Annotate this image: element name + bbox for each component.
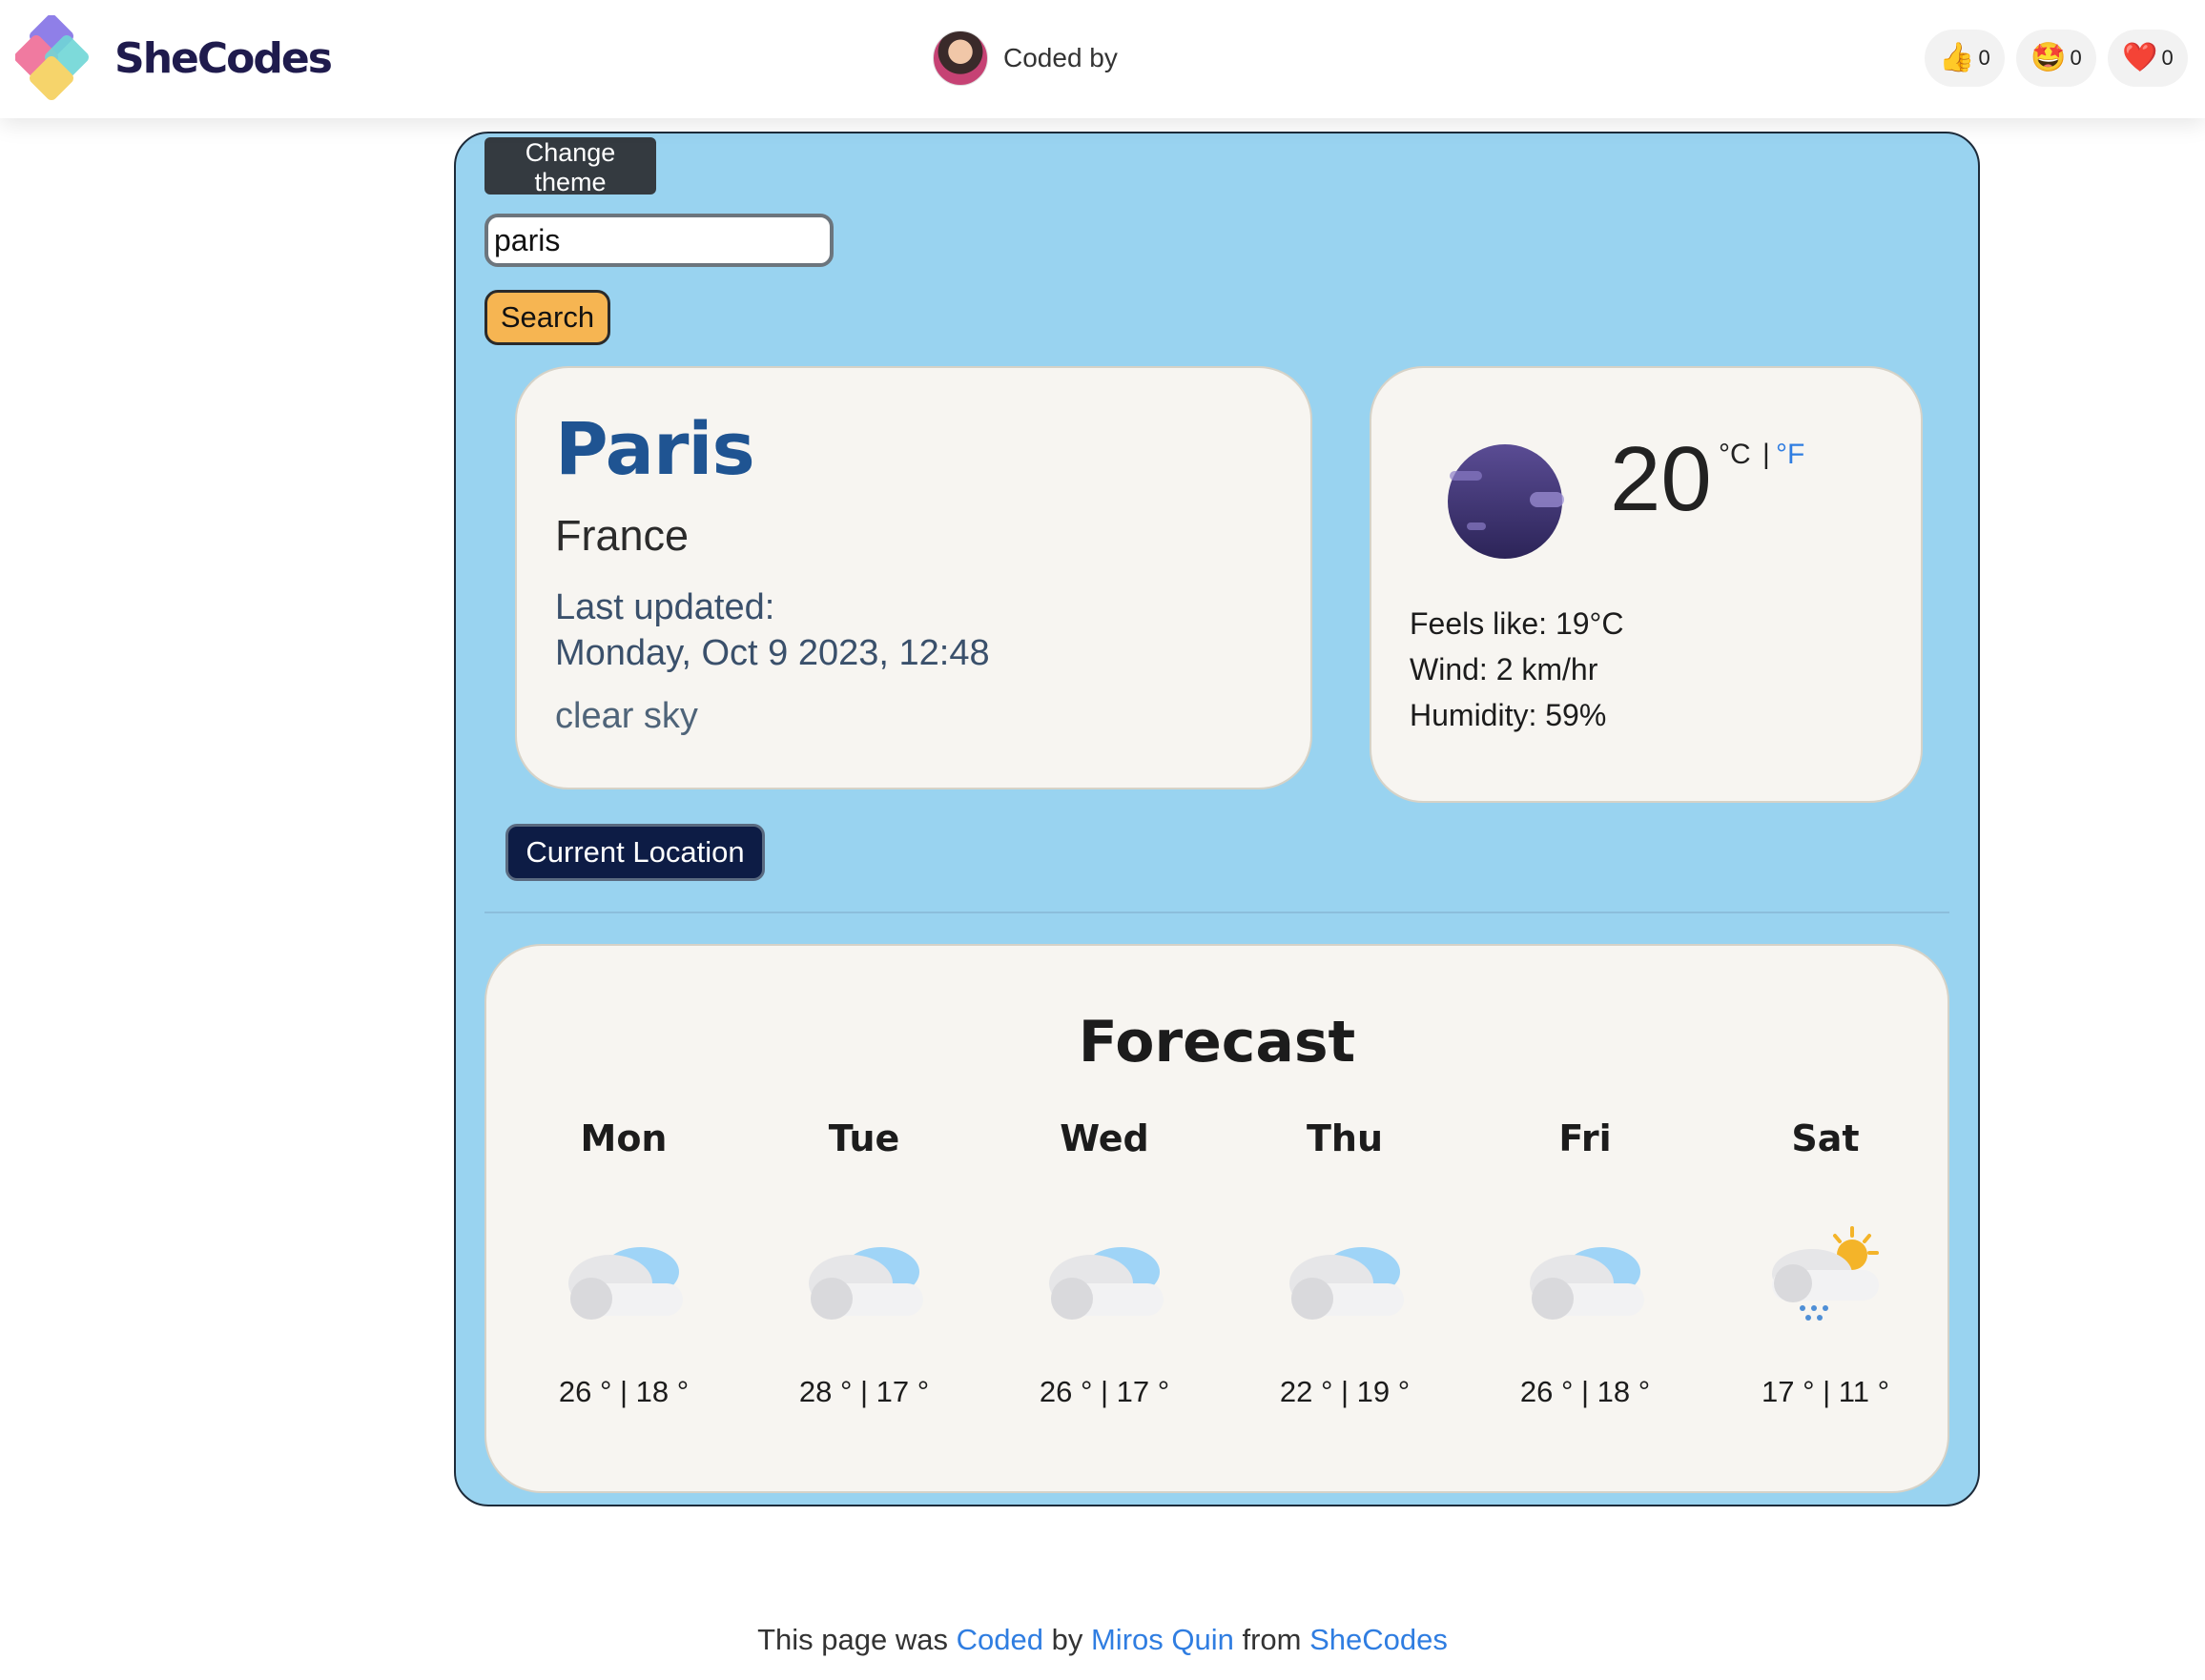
forecast-card: Forecast Mon 26 ° | 18 ° Tue 28 ° | 17 °…	[484, 944, 1949, 1493]
cloudy-icon	[568, 1247, 683, 1320]
forecast-day-name: Sat	[1791, 1117, 1860, 1159]
last-updated-label: Last updated:	[555, 587, 775, 627]
forecast-day-name: Tue	[828, 1117, 900, 1159]
reactions: 👍 0 🤩 0 ❤️ 0	[1925, 30, 2188, 87]
forecast-day: Tue 28 ° | 17 °	[744, 1117, 984, 1461]
current-temperature: 20	[1610, 428, 1712, 530]
last-updated-date: Monday, Oct 9 2023, 12:48	[555, 633, 990, 673]
coded-link[interactable]: Coded	[957, 1623, 1043, 1656]
forecast-day-name: Fri	[1558, 1117, 1612, 1159]
fahrenheit-link[interactable]: °F	[1776, 439, 1804, 471]
shecodes-link[interactable]: SheCodes	[1309, 1623, 1448, 1656]
footer-from: from	[1242, 1623, 1302, 1656]
reaction-count: 0	[2161, 46, 2174, 70]
footer: This page was Coded by Miros Quin from S…	[0, 1623, 2205, 1657]
city-name: Paris	[555, 406, 755, 491]
humidity: Humidity: 59%	[1410, 698, 1607, 732]
forecast-temps: 26 ° | 17 °	[1039, 1375, 1170, 1408]
forecast-temps: 26 ° | 18 °	[558, 1375, 690, 1408]
forecast-day-name: Wed	[1060, 1117, 1149, 1159]
footer-by: by	[1051, 1623, 1083, 1656]
author-link[interactable]: Miros Quin	[1091, 1623, 1234, 1656]
wind-speed: Wind: 2 km/hr	[1410, 652, 1598, 686]
divider	[484, 912, 1949, 913]
sun-rain-icon	[1772, 1226, 1879, 1321]
cloudy-icon	[1049, 1247, 1164, 1320]
shecodes-logo-icon	[15, 15, 89, 100]
star-struck-reaction-button[interactable]: 🤩 0	[2016, 30, 2096, 87]
forecast-title: Forecast	[1078, 1009, 1356, 1076]
thumbs-up-icon: 👍	[1939, 42, 1975, 73]
heart-reaction-button[interactable]: ❤️ 0	[2108, 30, 2188, 87]
clear-night-moon-icon	[1448, 444, 1564, 559]
cloudy-icon	[809, 1247, 923, 1320]
city-card: Paris France Last updated: Monday, Oct 9…	[515, 366, 1312, 789]
cloudy-icon	[1289, 1247, 1404, 1320]
city-search-input[interactable]	[484, 214, 834, 267]
avatar	[933, 31, 988, 86]
forecast-day-name: Thu	[1306, 1117, 1384, 1159]
weather-description: clear sky	[555, 696, 698, 736]
weather-app-container: Change theme Search Paris France Last up…	[454, 132, 1980, 1506]
country-name: France	[555, 511, 690, 560]
forecast-temps: 22 ° | 19 °	[1279, 1375, 1411, 1408]
brand-name: SheCodes	[114, 33, 333, 83]
celsius-unit: °C	[1719, 439, 1751, 470]
forecast-day: Thu 22 ° | 19 °	[1225, 1117, 1465, 1461]
top-navbar: SheCodes Coded by 👍 0 🤩 0 ❤️ 0	[0, 0, 2205, 118]
forecast-temps: 28 ° | 17 °	[798, 1375, 930, 1408]
reaction-count: 0	[2070, 46, 2082, 70]
feels-like: Feels like: 19°C	[1410, 606, 1624, 641]
forecast-day: Wed 26 ° | 17 °	[984, 1117, 1225, 1461]
forecast-day: Mon 26 ° | 18 °	[504, 1117, 744, 1461]
forecast-day: Sat 17 ° | 11 °	[1705, 1117, 1946, 1461]
forecast-day-name: Mon	[580, 1117, 668, 1159]
forecast-temps: 26 ° | 18 °	[1519, 1375, 1651, 1408]
heart-icon: ❤️	[2122, 42, 2158, 73]
coded-by: Coded by	[933, 31, 1118, 86]
shecodes-brand-link[interactable]: SheCodes	[15, 15, 333, 101]
change-theme-button[interactable]: Change theme	[484, 137, 656, 196]
coded-by-text: Coded by	[1003, 43, 1118, 72]
search-button[interactable]: Search	[484, 290, 610, 345]
current-location-button[interactable]: Current Location	[505, 824, 765, 881]
footer-prefix: This page was	[757, 1623, 948, 1656]
unit-separator: |	[1762, 439, 1770, 470]
star-struck-icon: 🤩	[2030, 42, 2067, 73]
forecast-temps: 17 ° | 11 °	[1762, 1375, 1889, 1408]
thumbs-up-reaction-button[interactable]: 👍 0	[1925, 30, 2005, 87]
cloudy-icon	[1530, 1247, 1644, 1320]
forecast-day: Fri 26 ° | 18 °	[1465, 1117, 1705, 1461]
current-weather-card: 20 °C | °F Feels like: 19°C Wind: 2 km/h…	[1370, 366, 1923, 803]
reaction-count: 0	[1978, 46, 1990, 70]
